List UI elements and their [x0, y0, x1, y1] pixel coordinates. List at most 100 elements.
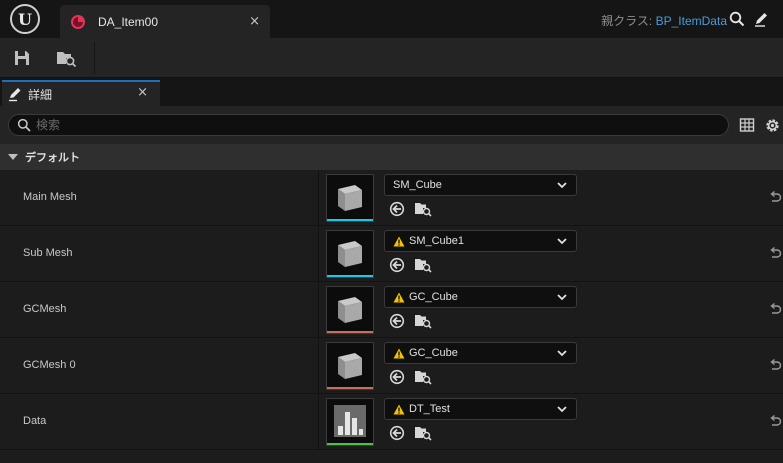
static-mesh-thumbnail-icon	[338, 241, 362, 267]
browse-to-asset-icon[interactable]	[414, 313, 432, 329]
toolbar-separator	[94, 42, 95, 74]
use-selected-asset-icon[interactable]	[389, 313, 405, 329]
static-mesh-thumbnail-icon	[338, 353, 362, 379]
asset-thumbnail[interactable]	[326, 398, 374, 446]
property-row: GCMesh GC_Cube	[0, 282, 783, 338]
parent-class-link[interactable]: BP_ItemData	[656, 14, 727, 28]
warning-icon	[393, 348, 405, 358]
chevron-down-icon	[557, 294, 567, 301]
property-row: GCMesh 0 GC_Cube	[0, 338, 783, 394]
search-input[interactable]	[36, 117, 716, 133]
close-details-tab-button[interactable]: ×	[137, 85, 148, 100]
details-edit-icon	[9, 88, 21, 102]
close-tab-button[interactable]: ×	[249, 14, 260, 29]
data-table-thumbnail-icon	[334, 405, 366, 437]
asset-picker-value: DT_Test	[409, 403, 450, 415]
details-tab[interactable]: 詳細 ×	[2, 80, 160, 106]
search-box	[8, 114, 729, 136]
browse-asset-icon	[57, 52, 77, 67]
column-splitter[interactable]	[318, 226, 319, 281]
search-box-icon	[17, 118, 31, 132]
document-tab[interactable]: DA_Item00 ×	[60, 5, 270, 38]
use-selected-asset-icon[interactable]	[389, 369, 405, 385]
warning-icon	[393, 236, 405, 246]
asset-picker-combo[interactable]: GC_Cube	[384, 342, 577, 364]
column-splitter[interactable]	[318, 170, 319, 225]
column-splitter[interactable]	[318, 282, 319, 337]
reset-to-default-icon[interactable]	[768, 414, 782, 428]
save-icon	[15, 51, 29, 65]
chevron-down-icon	[557, 182, 567, 189]
asset-picker-combo[interactable]: DT_Test	[384, 398, 577, 420]
property-name: Main Mesh	[23, 191, 77, 203]
unreal-logo-icon[interactable]: U	[4, 0, 46, 38]
column-splitter[interactable]	[318, 338, 319, 393]
title-bar: U DA_Item00 × 親クラス: BP_ItemData	[0, 0, 783, 38]
use-selected-asset-icon[interactable]	[389, 257, 405, 273]
unreal-logo-text: U	[10, 4, 40, 34]
edit-icon[interactable]	[753, 11, 769, 27]
asset-picker-value: SM_Cube	[393, 179, 442, 191]
panel-bottom	[0, 450, 783, 463]
property-name-cell: GCMesh	[0, 282, 318, 337]
browse-to-asset-icon[interactable]	[414, 201, 432, 217]
search-row	[0, 106, 783, 144]
asset-thumbnail-image	[331, 347, 369, 383]
reset-to-default-icon[interactable]	[768, 302, 782, 316]
column-splitter[interactable]	[318, 394, 319, 449]
property-name-cell: Main Mesh	[0, 170, 318, 225]
chevron-down-icon	[557, 350, 567, 357]
property-name-cell: GCMesh 0	[0, 338, 318, 393]
asset-thumbnail[interactable]	[326, 342, 374, 390]
asset-picker-value: GC_Cube	[409, 347, 458, 359]
asset-picker-value: GC_Cube	[409, 291, 458, 303]
property-row: Data DT_Test	[0, 394, 783, 450]
reset-to-default-icon[interactable]	[768, 358, 782, 372]
asset-thumbnail-image	[331, 179, 369, 215]
asset-thumbnail-image	[331, 291, 369, 327]
toolbar	[0, 38, 783, 78]
gear-icon[interactable]	[764, 117, 781, 134]
panel-tab-strip: 詳細 ×	[0, 78, 783, 106]
reset-to-default-icon[interactable]	[768, 190, 782, 204]
asset-thumbnail-image	[331, 403, 369, 439]
asset-picker-value: SM_Cube1	[409, 235, 465, 247]
asset-thumbnail[interactable]	[326, 174, 374, 222]
category-label: デフォルト	[25, 151, 80, 164]
browse-to-asset-icon[interactable]	[414, 257, 432, 273]
use-selected-asset-icon[interactable]	[389, 425, 405, 441]
property-name: GCMesh	[23, 303, 67, 315]
property-row: Main Mesh SM_Cube	[0, 170, 783, 226]
collapse-arrow-icon	[8, 154, 18, 160]
details-tab-label: 詳細	[28, 87, 53, 102]
use-selected-asset-icon[interactable]	[389, 201, 405, 217]
property-row: Sub Mesh SM_Cube1	[0, 226, 783, 282]
property-name: Data	[23, 415, 47, 427]
warning-icon	[393, 292, 405, 302]
asset-type-color-bar	[327, 387, 373, 389]
browse-asset-button[interactable]	[52, 44, 80, 72]
property-list: Main Mesh SM_Cube Sub Mesh SM_Cube1 GCMe…	[0, 170, 783, 450]
static-mesh-thumbnail-icon	[338, 185, 362, 211]
asset-type-color-bar	[327, 443, 373, 445]
reset-to-default-icon[interactable]	[768, 246, 782, 260]
browse-to-asset-icon[interactable]	[414, 425, 432, 441]
asset-thumbnail[interactable]	[326, 230, 374, 278]
static-mesh-thumbnail-icon	[338, 297, 362, 323]
property-name: GCMesh 0	[23, 359, 76, 371]
parent-class-label: 親クラス:	[601, 14, 653, 28]
search-icon[interactable]	[729, 11, 745, 27]
chevron-down-icon	[557, 238, 567, 245]
asset-picker-combo[interactable]: GC_Cube	[384, 286, 577, 308]
browse-to-asset-icon[interactable]	[414, 369, 432, 385]
save-button[interactable]	[8, 44, 36, 72]
asset-picker-combo[interactable]: SM_Cube1	[384, 230, 577, 252]
category-header-default[interactable]: デフォルト	[0, 144, 783, 170]
asset-thumbnail[interactable]	[326, 286, 374, 334]
chevron-down-icon	[557, 406, 567, 413]
data-asset-icon	[71, 14, 85, 29]
asset-type-color-bar	[327, 219, 373, 221]
table-view-icon[interactable]	[739, 117, 755, 133]
asset-picker-combo[interactable]: SM_Cube	[384, 174, 577, 196]
parent-class: 親クラス: BP_ItemData	[601, 12, 727, 29]
